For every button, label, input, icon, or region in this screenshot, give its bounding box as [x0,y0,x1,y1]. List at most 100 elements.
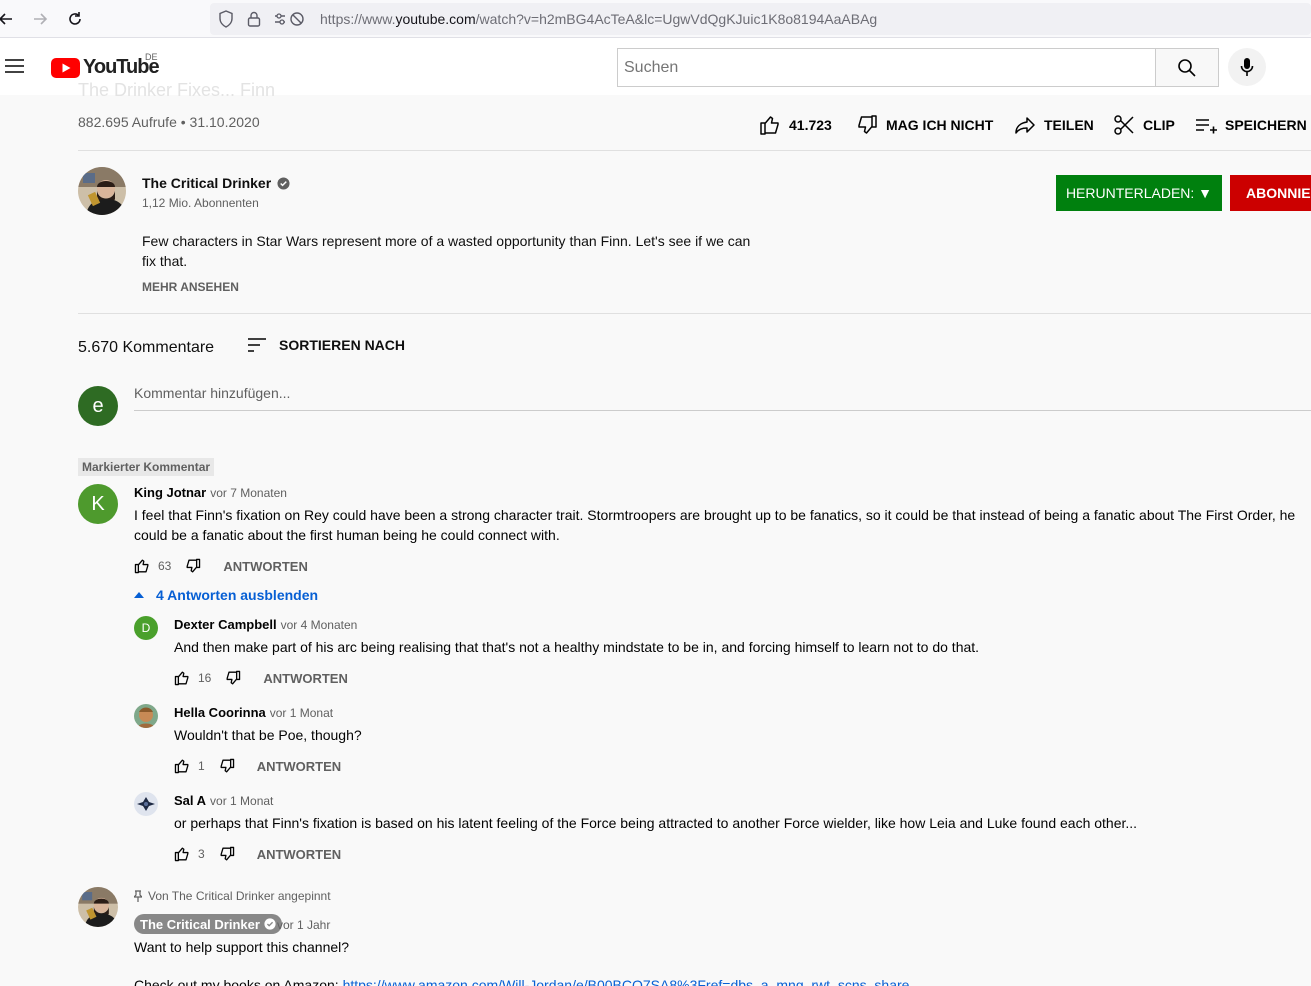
scissors-icon [1114,115,1134,135]
voice-search-button[interactable] [1228,48,1266,86]
reload-icon[interactable] [65,9,85,29]
comment-actions: 63 ANTWORTEN [134,558,308,574]
thumbs-up-icon[interactable] [174,670,190,686]
search-icon [1178,58,1196,77]
reply-like-count: 16 [198,671,212,685]
reply-time[interactable]: vor 1 Monat [270,706,333,720]
youtube-logo[interactable]: YouTube [51,56,160,79]
menu-icon[interactable] [5,58,25,74]
address-bar[interactable]: https://www.youtube.com/watch?v=h2mBG4Ac… [210,3,1311,35]
search-box[interactable] [617,48,1156,87]
channel-name-link[interactable]: The Critical Drinker [142,175,290,191]
thumbs-up-icon[interactable] [174,758,190,774]
owner-author-badge[interactable]: The Critical Drinker [134,914,282,934]
microphone-icon [1240,58,1254,76]
search-input[interactable] [618,49,1155,86]
thumbs-down-icon [858,115,877,134]
comments-count: 5.670 Kommentare [78,339,215,356]
thumbs-up-icon [760,116,779,135]
comment-text-line: Check out my books on Amazon: https://ww… [134,975,1234,986]
sort-icon [248,338,266,352]
region-label: DE [145,52,158,62]
thumbs-up-icon[interactable] [134,558,150,574]
thumbs-down-icon[interactable] [219,758,235,774]
reply-avatar[interactable] [134,704,158,728]
channel-name: The Critical Drinker [142,175,272,191]
hide-replies-label: 4 Antworten ausblenden [156,587,319,603]
subscribe-button[interactable]: ABONNIEREN [1230,175,1311,211]
browser-toolbar: https://www.youtube.com/watch?v=h2mBG4Ac… [0,0,1311,38]
dislike-label: MAG ICH NICHT [886,117,994,133]
reply-author[interactable]: Hella Coorinna [174,705,266,720]
search-button[interactable] [1155,48,1219,87]
comment-text: I feel that Finn's fixation on Rey could… [134,507,1296,543]
reply-actions: 16 ANTWORTEN [174,670,348,686]
reply-time[interactable]: vor 4 Monaten [281,618,358,632]
thumbs-down-icon[interactable] [185,558,201,574]
verified-icon [264,918,276,930]
hide-replies-button[interactable]: 4 Antworten ausblenden [134,587,318,603]
comment-time[interactable]: vor 1 Jahr [277,918,330,932]
reply-header: Hella Coorinna vor 1 Monat [174,705,333,720]
youtube-play-icon [51,57,80,78]
share-label: TEILEN [1044,117,1094,133]
comment-author[interactable]: King Jotnar [134,485,206,500]
comment-like-count: 63 [158,559,172,573]
playlist-add-icon [1196,119,1217,134]
reply-avatar[interactable]: D [134,616,158,640]
reply-header: Dexter Campbell vor 4 Monaten [174,617,357,632]
sort-button[interactable]: SORTIEREN NACH [247,337,405,353]
reply-text: Wouldn't that be Poe, though? [174,727,362,743]
sort-label: SORTIEREN NACH [279,337,406,353]
highlighted-comment-badge: Markierter Kommentar [78,458,215,476]
comment-author: The Critical Drinker [140,916,260,932]
reply-like-count: 1 [198,759,205,773]
save-button[interactable]: SPEICHERN [1195,114,1307,136]
comment-time[interactable]: vor 7 Monaten [210,486,287,500]
comment-header: King Jotnar vor 7 Monaten [134,485,287,500]
pinned-indicator: Von The Critical Drinker angepinnt [134,889,331,903]
reply-time[interactable]: vor 1 Monat [210,794,273,808]
reply-actions: 3 ANTWORTEN [174,846,341,862]
like-count: 41.723 [789,117,832,133]
clip-button[interactable]: CLIP [1113,114,1175,136]
thumbs-down-icon[interactable] [219,846,235,862]
share-icon [1015,117,1035,134]
dislike-button[interactable]: MAG ICH NICHT [856,114,993,136]
reply-text: or perhaps that Finn's fixation is based… [174,815,1138,831]
channel-avatar[interactable] [78,167,126,215]
thumbs-down-icon[interactable] [225,670,241,686]
show-more-button[interactable]: MEHR ANSEHEN [142,280,239,294]
reply-button[interactable]: ANTWORTEN [257,847,342,862]
reply-like-count: 3 [198,847,205,861]
permissions-icon[interactable] [273,11,307,27]
url-text[interactable]: https://www.youtube.com/watch?v=h2mBG4Ac… [320,11,877,27]
back-icon[interactable] [0,9,16,29]
reply-avatar[interactable] [134,792,158,816]
comment-text: Want to help support this channel? [134,939,350,955]
reply-button[interactable]: ANTWORTEN [223,559,308,574]
reply-author[interactable]: Dexter Campbell [174,617,277,632]
reply-button[interactable]: ANTWORTEN [263,671,348,686]
like-button[interactable]: 41.723 [759,114,832,136]
add-comment-input[interactable]: Kommentar hinzufügen... [134,385,1311,411]
download-button[interactable]: HERUNTERLADEN: ▼ [1056,175,1222,211]
share-button[interactable]: TEILEN [1014,114,1094,136]
comment-avatar[interactable]: K [78,484,118,524]
divider [78,150,1311,151]
amazon-link[interactable]: https://www.amazon.com/Will-Jordan/e/B00… [343,977,910,986]
verified-icon [277,176,290,190]
divider [78,313,1311,314]
video-title-faded: The Drinker Fixes... Finn [78,80,276,100]
shield-icon[interactable] [218,10,234,28]
reply-header: Sal A vor 1 Monat [174,793,273,808]
reply-button[interactable]: ANTWORTEN [257,759,342,774]
reply-author[interactable]: Sal A [174,793,206,808]
user-avatar[interactable]: e [78,386,118,426]
lock-icon[interactable] [247,10,261,28]
subscriber-count: 1,12 Mio. Abonnenten [142,196,259,210]
forward-icon[interactable] [30,9,50,29]
thumbs-up-icon[interactable] [174,846,190,862]
comment-avatar[interactable] [78,887,118,927]
comment-time-wrap: vor 1 Jahr [277,917,330,932]
